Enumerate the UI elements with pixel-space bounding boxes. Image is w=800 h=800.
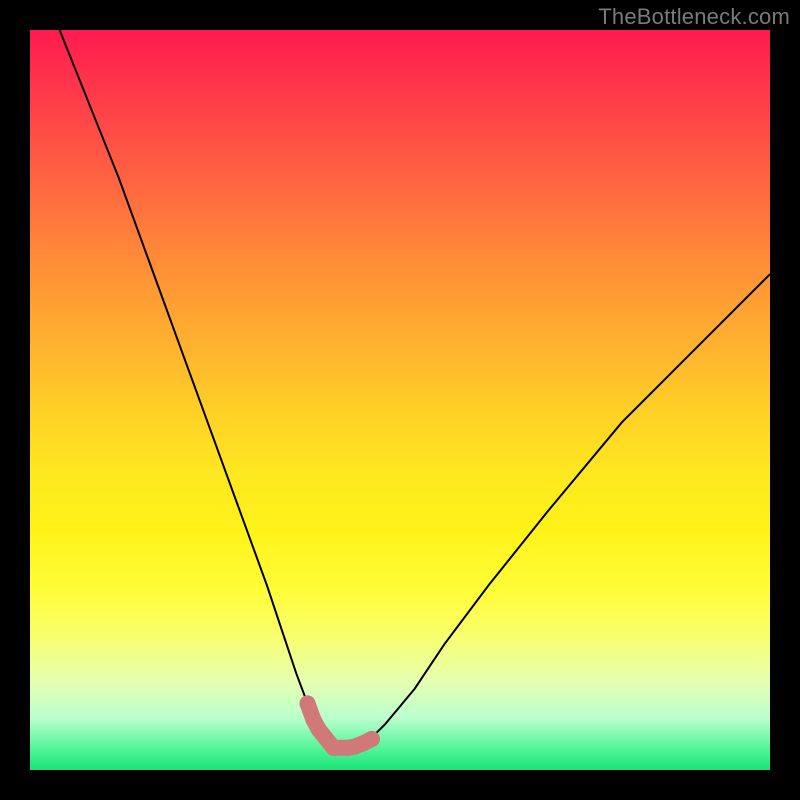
watermark-text: TheBottleneck.com: [598, 4, 790, 30]
chart-svg: [30, 30, 770, 770]
chart-frame: TheBottleneck.com: [0, 0, 800, 800]
plot-area: [30, 30, 770, 770]
curve-bottleneck-curve: [60, 30, 770, 748]
marker-connector: [308, 703, 372, 747]
